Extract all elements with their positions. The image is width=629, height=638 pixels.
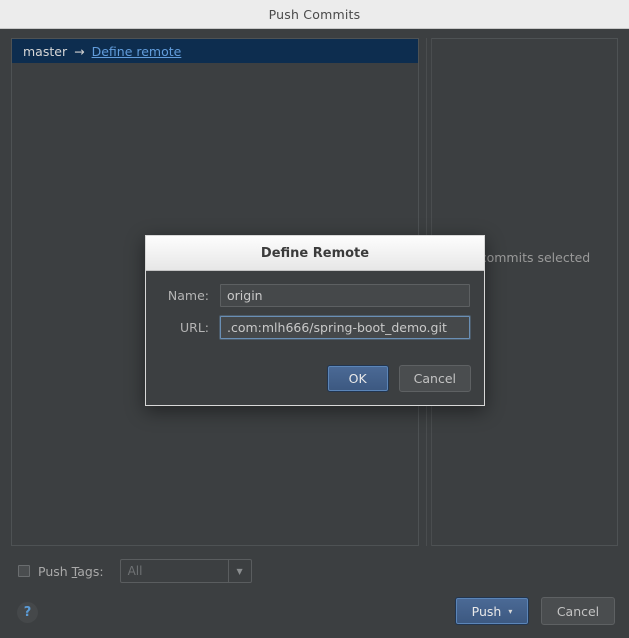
push-tags-row: Push Tags: All ▼ — [18, 559, 252, 583]
dialog-title: Define Remote — [260, 245, 370, 261]
cancel-button-label: Cancel — [556, 603, 600, 619]
ok-button-label: OK — [348, 371, 367, 386]
name-field-row: Name: origin — [160, 284, 470, 307]
source-branch-label: master — [23, 43, 68, 59]
name-input[interactable]: origin — [220, 284, 470, 307]
push-tags-label: Push Tags: — [38, 563, 104, 579]
push-tags-checkbox[interactable] — [18, 565, 30, 577]
dialog-titlebar: Define Remote — [146, 236, 484, 271]
push-tags-select[interactable]: All ▼ — [119, 559, 252, 583]
ok-button[interactable]: OK — [326, 365, 389, 392]
branch-row[interactable]: master → Define remote — [12, 39, 418, 63]
dialog-buttons: OK Cancel — [326, 365, 471, 392]
window-title: Push Commits — [268, 6, 361, 22]
url-input[interactable]: .com:mlh666/spring-boot_demo.git — [220, 316, 470, 339]
dialog-body: Name: origin URL: .com:mlh666/spring-boo… — [146, 271, 484, 339]
dialog-action-buttons: Push ▾ Cancel — [455, 597, 615, 625]
url-field-row: URL: .com:mlh666/spring-boot_demo.git — [160, 316, 470, 339]
push-button[interactable]: Push ▾ — [455, 597, 529, 625]
push-tags-select-value: All — [127, 564, 143, 578]
dialog-cancel-button-label: Cancel — [413, 371, 456, 386]
url-label: URL: — [179, 320, 209, 335]
chevron-down-icon[interactable]: ▼ — [227, 560, 251, 582]
dialog-cancel-button[interactable]: Cancel — [398, 365, 471, 392]
cancel-button[interactable]: Cancel — [541, 597, 615, 625]
window-titlebar: Push Commits — [0, 0, 629, 29]
define-remote-link[interactable]: Define remote — [92, 44, 182, 59]
push-button-label: Push — [471, 603, 502, 619]
define-remote-dialog: Define Remote Name: origin URL: .com:mlh… — [145, 235, 485, 406]
name-label: Name: — [167, 288, 209, 303]
arrow-icon: → — [74, 43, 85, 59]
help-icon[interactable]: ? — [17, 602, 38, 623]
chevron-down-icon[interactable]: ▾ — [508, 607, 512, 616]
